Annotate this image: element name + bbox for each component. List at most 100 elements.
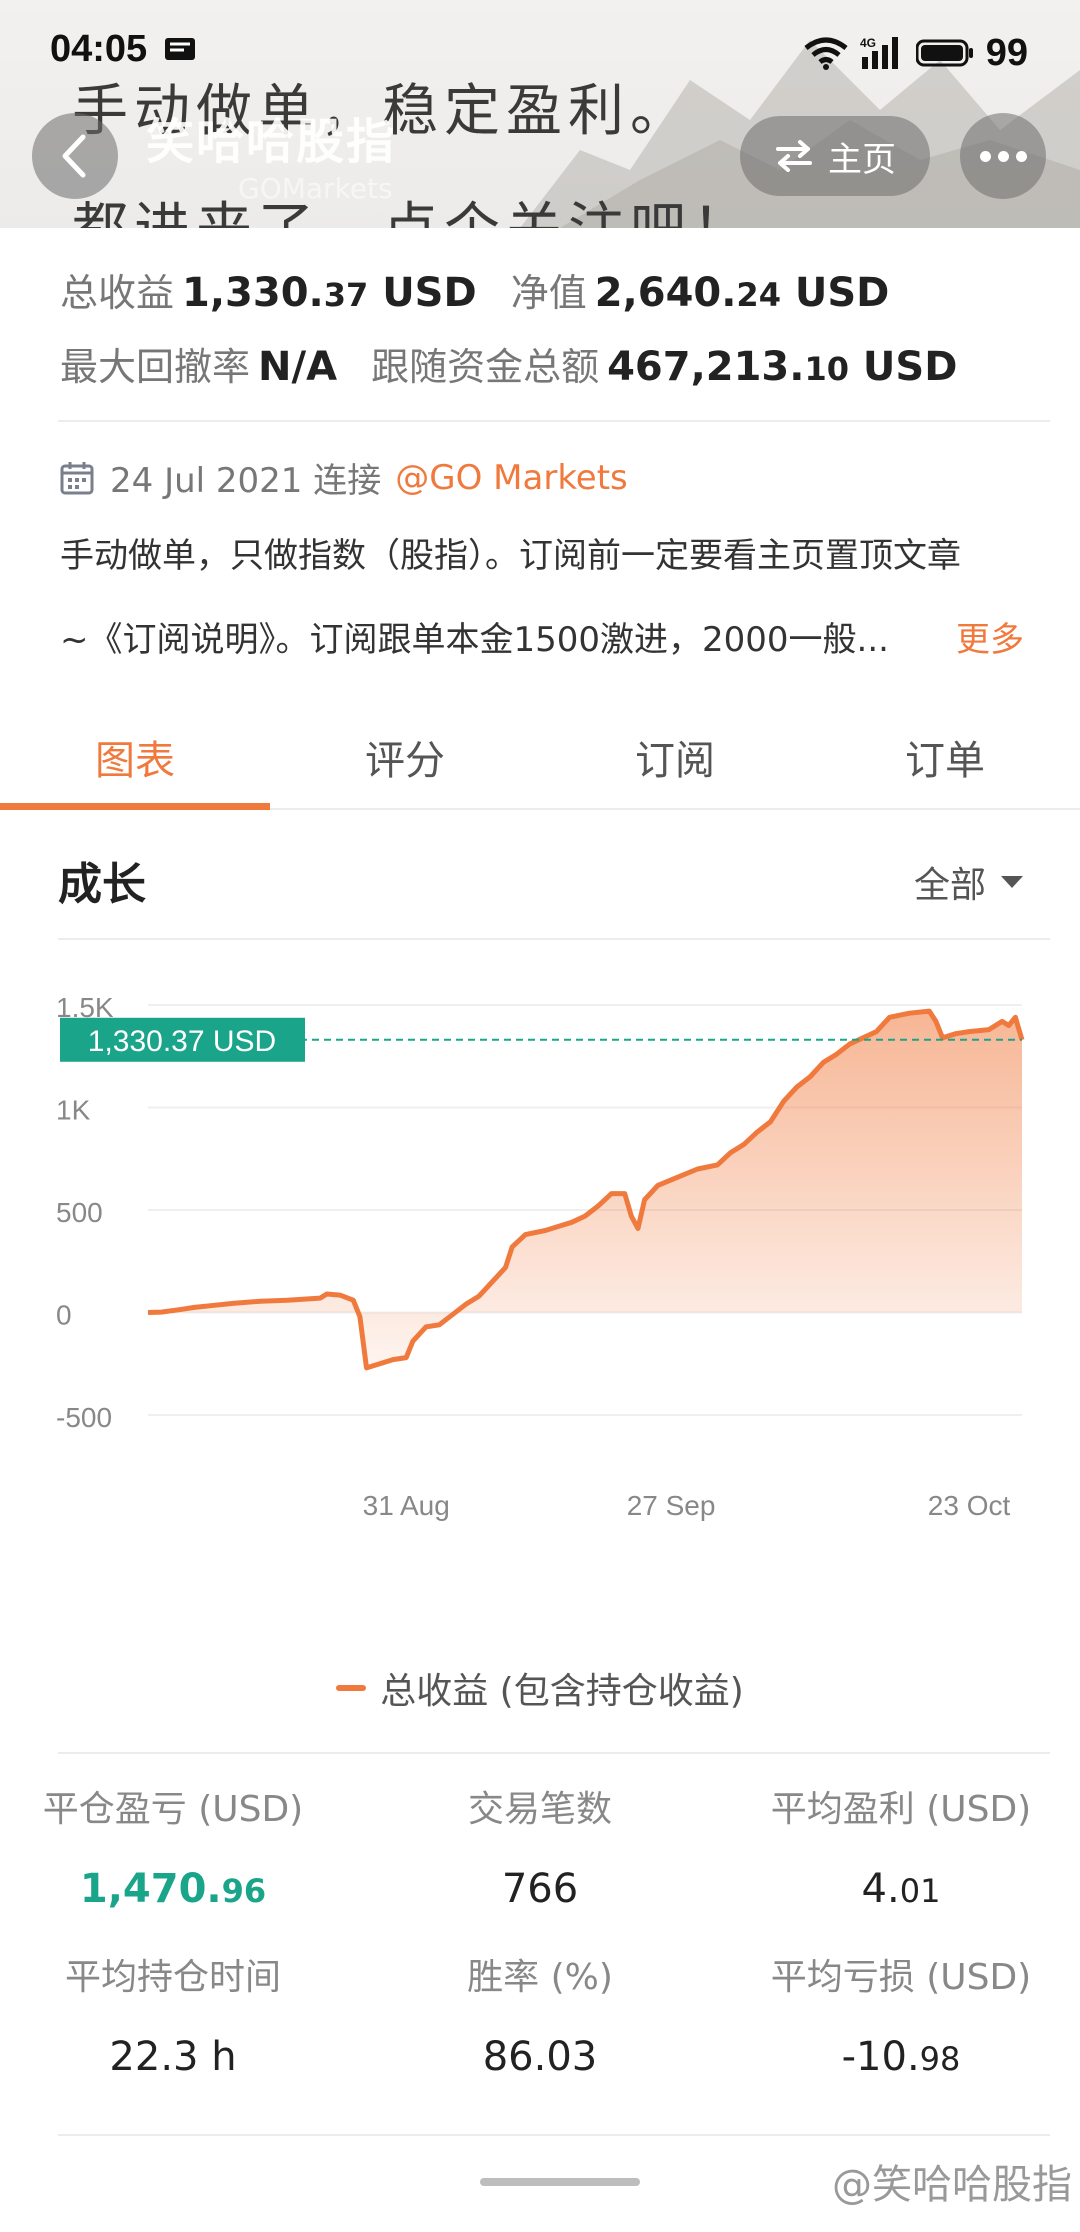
metric-label: 平仓盈亏 (USD) [42, 1789, 304, 1830]
connection-info: 24 Jul 2021 连接 @GO Markets [60, 453, 628, 502]
tab-subscription[interactable]: 订阅 [540, 704, 810, 808]
total-profit-label: 总收益 [60, 271, 175, 315]
follow-funds-int: 467,213. [607, 344, 805, 390]
x-tick-label: 27 Sep [627, 1490, 716, 1521]
home-button-label: 主页 [828, 139, 896, 180]
follow-funds-value: 467,213.10 USD [607, 344, 957, 390]
message-icon [164, 38, 195, 60]
max-drawdown-value: N/A [258, 344, 338, 390]
battery-icon [915, 39, 973, 67]
metric-value: 4.01 [736, 1866, 1066, 1912]
metric-label: 平均持仓时间 [64, 1957, 281, 1998]
chevron-left-icon [62, 134, 86, 178]
caret-down-icon [1001, 876, 1023, 888]
legend-label: 总收益 (包含持仓收益) [380, 1671, 744, 1712]
more-options-button[interactable] [960, 113, 1046, 199]
equity-unit: USD [780, 270, 890, 316]
metric-int: -10. [841, 2034, 920, 2080]
metric-value: 86.03 [375, 2034, 705, 2080]
y-tick-label: 500 [56, 1197, 103, 1228]
metric-trade-count: 交易笔数 766 [375, 1780, 705, 1912]
metric-int: 1,470. [79, 1866, 222, 1912]
y-tick-label: 1K [56, 1095, 91, 1126]
metric-label: 交易笔数 [467, 1789, 612, 1830]
metric-avg-loss: 平均亏损 (USD) -10.98 [736, 1948, 1066, 2080]
follow-funds-dec: 10 [804, 350, 849, 388]
divider [58, 420, 1050, 422]
dot-icon [997, 150, 1009, 162]
clock-text: 04:05 [50, 28, 148, 70]
status-time: 04:05 [50, 28, 198, 71]
total-profit-unit: USD [368, 270, 477, 316]
dot-icon [979, 150, 991, 162]
max-drawdown-label: 最大回撤率 [60, 345, 251, 389]
x-tick-label: 31 Aug [363, 1490, 450, 1521]
y-tick-label: 0 [56, 1300, 72, 1331]
metric-int: 22.3 h [109, 2034, 237, 2080]
metric-dec: 01 [899, 1872, 941, 1910]
area-fill [148, 1011, 1022, 1368]
total-profit-dec: 37 [323, 276, 369, 314]
metric-int: 86.03 [482, 2034, 598, 2080]
equity-label: 净值 [510, 271, 587, 315]
connection-date: 24 Jul 2021 连接 [110, 461, 382, 501]
signal-icon: 4G [860, 36, 898, 69]
total-profit-value: 1,330.37 USD [182, 270, 477, 316]
equity-int: 2,640. [594, 270, 737, 316]
metric-avg-profit: 平均盈利 (USD) 4.01 [736, 1780, 1066, 1912]
metric-value: 22.3 h [8, 2034, 338, 2080]
back-button[interactable] [32, 113, 118, 199]
tab-chart[interactable]: 图表 [0, 704, 270, 810]
metric-closed-pnl: 平仓盈亏 (USD) 1,470.96 [8, 1780, 338, 1912]
wifi-icon [804, 37, 848, 70]
range-dropdown[interactable]: 全部 [914, 856, 1024, 908]
status-icons: 4G 99 [804, 28, 1028, 78]
total-profit-int: 1,330. [182, 270, 324, 316]
x-tick-label: 23 Oct [928, 1490, 1011, 1521]
y-tick-label: 1.5K [56, 992, 114, 1023]
switch-arrows-icon [776, 140, 812, 172]
metric-label: 胜率 (%) [467, 1957, 613, 1998]
follow-funds-unit: USD [849, 344, 958, 390]
description-line-2-text: ~《订阅说明》。订阅跟单本金1500激进，2000一般... [60, 620, 889, 660]
broker-link[interactable]: @GO Markets [395, 458, 628, 498]
metric-dec: 96 [221, 1872, 267, 1910]
metric-win-rate: 胜率 (%) 86.03 [375, 1948, 705, 2080]
metric-value: 1,470.96 [8, 1866, 338, 1912]
tab-orders[interactable]: 订单 [810, 704, 1080, 808]
divider [58, 938, 1050, 940]
chart-legend: 总收益 (包含持仓收益) [0, 1662, 1080, 1714]
status-bar: 04:05 4G 99 [0, 0, 1080, 108]
metric-int: 4. [861, 1866, 900, 1912]
divider [58, 1752, 1050, 1754]
equity-dec: 24 [736, 276, 781, 314]
y-tick-label: -500 [56, 1402, 112, 1433]
range-dropdown-value: 全部 [913, 865, 986, 906]
battery-level: 99 [985, 31, 1028, 74]
stats-row-2: 最大回撤率 N/A 跟随资金总额 467,213.10 USD [60, 336, 957, 391]
tab-rating[interactable]: 评分 [270, 704, 540, 808]
metric-avg-hold-time: 平均持仓时间 22.3 h [8, 1948, 338, 2080]
tab-bar: 图表 评分 订阅 订单 [0, 704, 1080, 810]
metric-label: 平均盈利 (USD) [770, 1789, 1032, 1830]
banner-slogan-line2: 都进来了，点个关注吧！ [72, 184, 754, 228]
watermark: @笑哈哈股指 [832, 2162, 1072, 2208]
legend-swatch [336, 1685, 367, 1691]
divider [58, 2134, 1050, 2136]
growth-title: 成长 [58, 859, 146, 910]
metric-dec: 98 [919, 2040, 961, 2078]
more-link[interactable]: 更多 [956, 612, 1024, 661]
metric-value: 766 [375, 1866, 705, 1912]
home-button[interactable]: 主页 [740, 116, 930, 196]
equity-value: 2,640.24 USD [595, 270, 890, 316]
dot-icon [1015, 150, 1027, 162]
trader-name: 笑哈哈股指 [146, 114, 397, 170]
home-indicator[interactable] [480, 2178, 640, 2186]
description-line-1: 手动做单，只做指数（股指）。订阅前一定要看主页置顶文章 [60, 536, 961, 576]
metric-value: -10.98 [736, 2034, 1066, 2080]
growth-chart: 1,330.37 USD 1.5K 1K 500 0 -500 31 Aug 27 Sep 2… [56, 992, 1025, 1521]
stats-row-1: 总收益 1,330.37 USD 净值 2,640.24 USD [60, 262, 889, 317]
calendar-icon [60, 461, 94, 494]
svg-text:4G: 4G [860, 36, 876, 50]
current-value-text: 1,330.37 USD [88, 1025, 276, 1058]
